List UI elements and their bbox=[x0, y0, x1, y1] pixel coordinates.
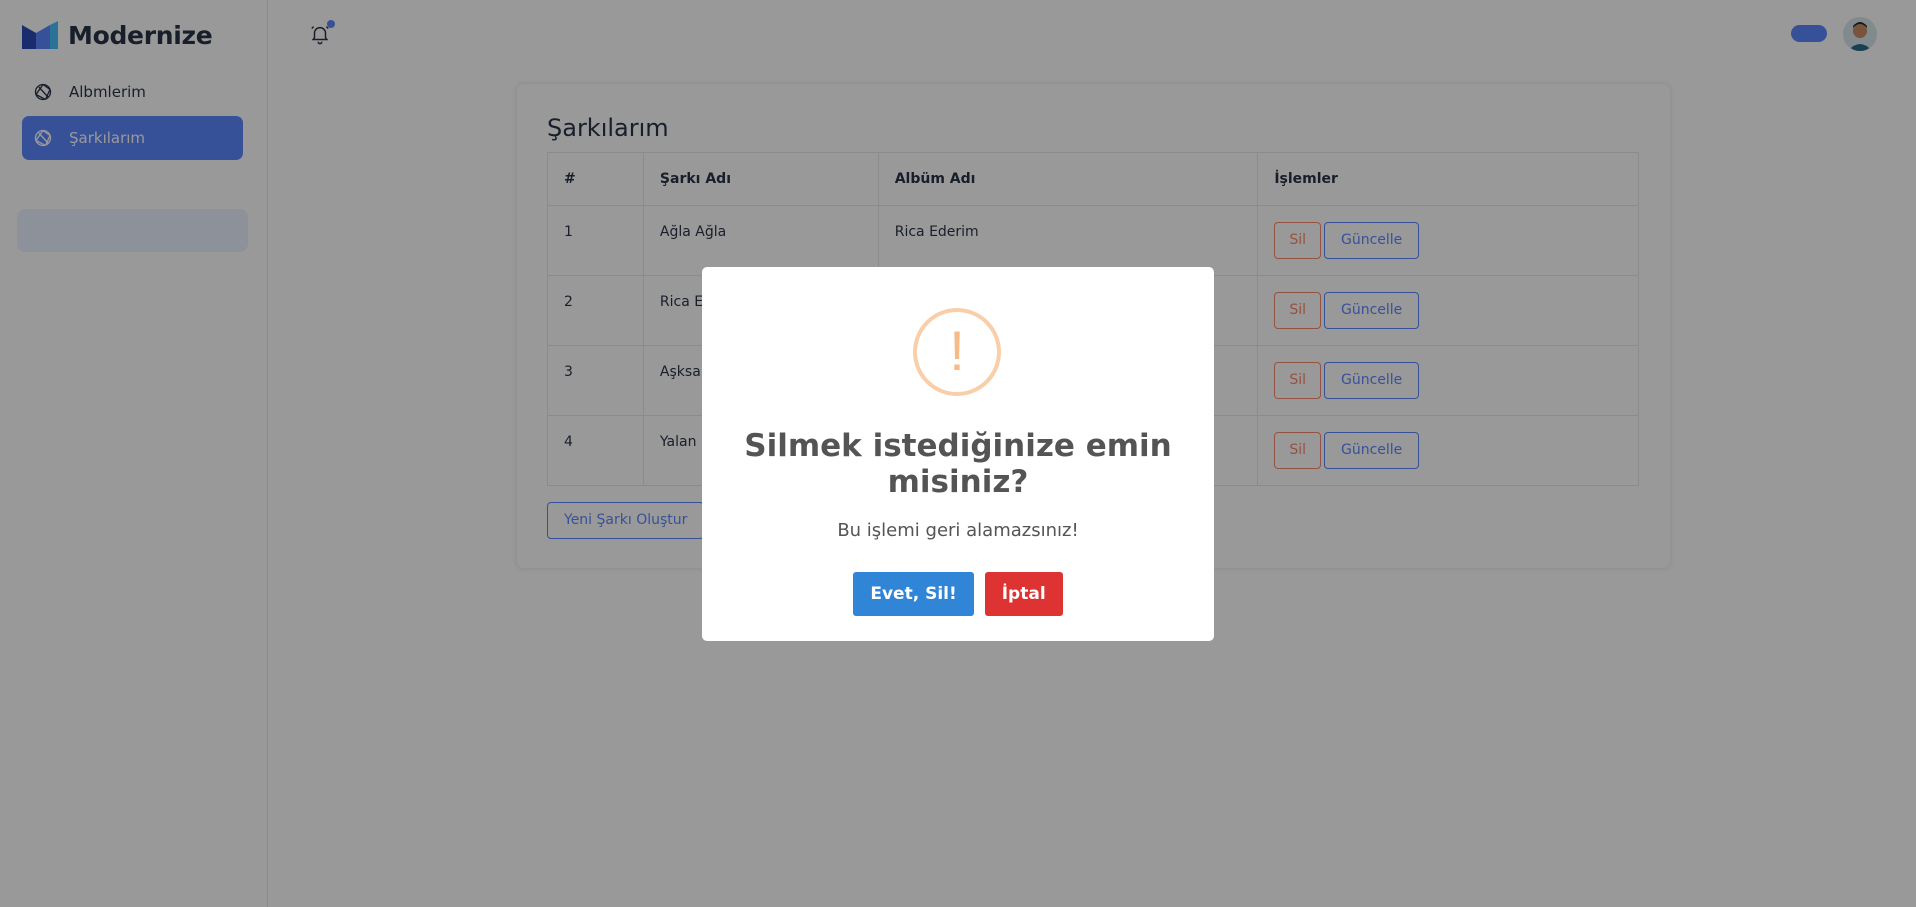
warning-icon: ! bbox=[913, 308, 1001, 396]
confirm-delete-button[interactable]: Evet, Sil! bbox=[853, 572, 974, 616]
confirm-delete-dialog: ! Silmek istediğinize emin misiniz? Bu i… bbox=[702, 267, 1214, 641]
dialog-text: Bu işlemi geri alamazsınız! bbox=[837, 520, 1079, 541]
dialog-actions: Evet, Sil! İptal bbox=[702, 572, 1214, 616]
dialog-title: Silmek istediğinize emin misiniz? bbox=[744, 428, 1172, 500]
cancel-button[interactable]: İptal bbox=[984, 572, 1063, 616]
